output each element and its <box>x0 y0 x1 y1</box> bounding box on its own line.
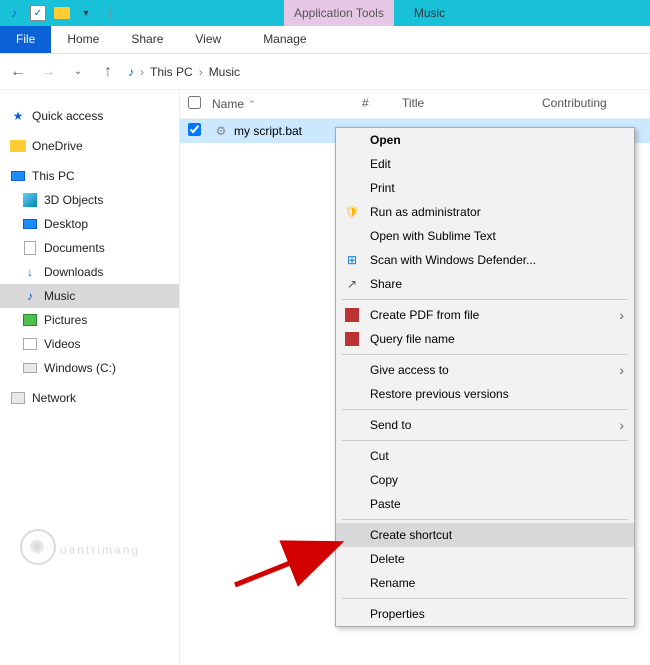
divider-icon: | <box>102 5 118 21</box>
sort-ascending-icon: ⌃ <box>248 99 256 110</box>
ctx-send-to[interactable]: Send to › <box>336 413 634 437</box>
breadcrumb-music[interactable]: Music <box>209 65 240 79</box>
music-icon: ♪ <box>22 288 38 304</box>
qat-dropdown-icon[interactable]: ▾ <box>78 5 94 21</box>
ctx-open-sublime[interactable]: Open with Sublime Text <box>336 224 634 248</box>
music-icon: ♪ <box>6 5 22 21</box>
ctx-copy[interactable]: Copy <box>336 468 634 492</box>
music-icon: ♪ <box>128 65 134 79</box>
tab-share[interactable]: Share <box>115 26 179 53</box>
pdf-icon <box>344 307 360 323</box>
star-icon: ★ <box>10 108 26 124</box>
ctx-delete[interactable]: Delete <box>336 547 634 571</box>
chevron-right-icon: › <box>619 362 624 378</box>
column-header-title[interactable]: Title <box>402 96 542 112</box>
ctx-rename[interactable]: Rename <box>336 571 634 595</box>
ctx-query-file-name[interactable]: Query file name <box>336 327 634 351</box>
network-icon <box>10 390 26 406</box>
document-icon <box>22 240 38 256</box>
back-button[interactable]: ← <box>8 63 28 81</box>
ctx-paste[interactable]: Paste <box>336 492 634 516</box>
cloud-icon <box>10 138 26 154</box>
ctx-edit[interactable]: Edit <box>336 152 634 176</box>
chevron-right-icon: › <box>619 307 624 323</box>
window-title: Music <box>394 6 465 20</box>
shield-icon: 🛡 <box>344 204 360 220</box>
ctx-scan-defender[interactable]: ⊞ Scan with Windows Defender... <box>336 248 634 272</box>
share-icon: ↗ <box>344 276 360 292</box>
column-header-contributing[interactable]: Contributing <box>542 96 642 112</box>
tab-file[interactable]: File <box>0 26 51 53</box>
chevron-right-icon[interactable]: › <box>199 65 203 79</box>
ctx-restore-previous[interactable]: Restore previous versions <box>336 382 634 406</box>
ctx-run-as-admin[interactable]: 🛡 Run as administrator <box>336 200 634 224</box>
bat-file-icon: ⚙ <box>212 124 230 138</box>
contextual-tab-label: Application Tools <box>294 6 384 20</box>
sidebar-item-music[interactable]: ♪ Music <box>0 284 179 308</box>
separator <box>342 440 628 441</box>
tab-view[interactable]: View <box>179 26 237 53</box>
separator <box>342 354 628 355</box>
download-icon: ↓ <box>22 264 38 280</box>
ribbon-tabs: File Home Share View Manage <box>0 26 650 54</box>
ctx-share[interactable]: ↗ Share <box>336 272 634 296</box>
navigation-bar: ← → ⌄ ↑ ♪ › This PC › Music <box>0 54 650 90</box>
cube-icon <box>22 192 38 208</box>
separator <box>342 299 628 300</box>
file-name: my script.bat <box>230 124 302 138</box>
sidebar-item-videos[interactable]: Videos <box>0 332 179 356</box>
sidebar-item-3d-objects[interactable]: 3D Objects <box>0 188 179 212</box>
ctx-properties[interactable]: Properties <box>336 602 634 626</box>
contextual-tab-application-tools[interactable]: Application Tools <box>284 0 394 26</box>
ctx-print[interactable]: Print <box>336 176 634 200</box>
sidebar-item-onedrive[interactable]: OneDrive <box>0 134 179 158</box>
sidebar-item-this-pc[interactable]: This PC <box>0 164 179 188</box>
sidebar-item-downloads[interactable]: ↓ Downloads <box>0 260 179 284</box>
column-header-name[interactable]: Name ⌃ <box>212 96 362 112</box>
defender-icon: ⊞ <box>344 252 360 268</box>
column-header-number[interactable]: # <box>362 96 402 112</box>
sidebar-item-quick-access[interactable]: ★ Quick access <box>0 104 179 128</box>
ctx-give-access-to[interactable]: Give access to › <box>336 358 634 382</box>
video-icon <box>22 336 38 352</box>
window-titlebar: ♪ ✓ ▾ | Application Tools Music <box>0 0 650 26</box>
sidebar-item-documents[interactable]: Documents <box>0 236 179 260</box>
row-checkbox[interactable] <box>188 123 212 139</box>
picture-icon <box>22 312 38 328</box>
pc-icon <box>10 168 26 184</box>
up-button[interactable]: ↑ <box>98 63 118 81</box>
context-menu: Open Edit Print 🛡 Run as administrator O… <box>335 127 635 627</box>
separator <box>342 519 628 520</box>
recent-dropdown-icon[interactable]: ⌄ <box>68 66 88 77</box>
ctx-open[interactable]: Open <box>336 128 634 152</box>
forward-button[interactable]: → <box>38 63 58 81</box>
checkbox-icon[interactable]: ✓ <box>30 5 46 21</box>
ctx-create-pdf[interactable]: Create PDF from file › <box>336 303 634 327</box>
quick-access-toolbar: ♪ ✓ ▾ | <box>0 5 124 21</box>
tab-manage[interactable]: Manage <box>247 26 322 53</box>
chevron-right-icon[interactable]: › <box>140 65 144 79</box>
folder-icon <box>54 5 70 21</box>
sidebar-item-desktop[interactable]: Desktop <box>0 212 179 236</box>
sidebar-item-network[interactable]: Network <box>0 386 179 410</box>
ctx-cut[interactable]: Cut <box>336 444 634 468</box>
sidebar-item-pictures[interactable]: Pictures <box>0 308 179 332</box>
tab-home[interactable]: Home <box>51 26 115 53</box>
chevron-right-icon: › <box>619 417 624 433</box>
desktop-icon <box>22 216 38 232</box>
breadcrumb-this-pc[interactable]: This PC <box>150 65 193 79</box>
sidebar-item-windows-c[interactable]: Windows (C:) <box>0 356 179 380</box>
pdf-icon <box>344 331 360 347</box>
breadcrumb[interactable]: ♪ › This PC › Music <box>128 65 240 79</box>
nav-tree: ★ Quick access OneDrive This PC 3D Objec… <box>0 90 180 665</box>
separator <box>342 409 628 410</box>
select-all-checkbox[interactable] <box>188 96 212 112</box>
ctx-create-shortcut[interactable]: Create shortcut <box>336 523 634 547</box>
separator <box>342 598 628 599</box>
column-headers: Name ⌃ # Title Contributing <box>180 90 650 119</box>
drive-icon <box>22 360 38 376</box>
